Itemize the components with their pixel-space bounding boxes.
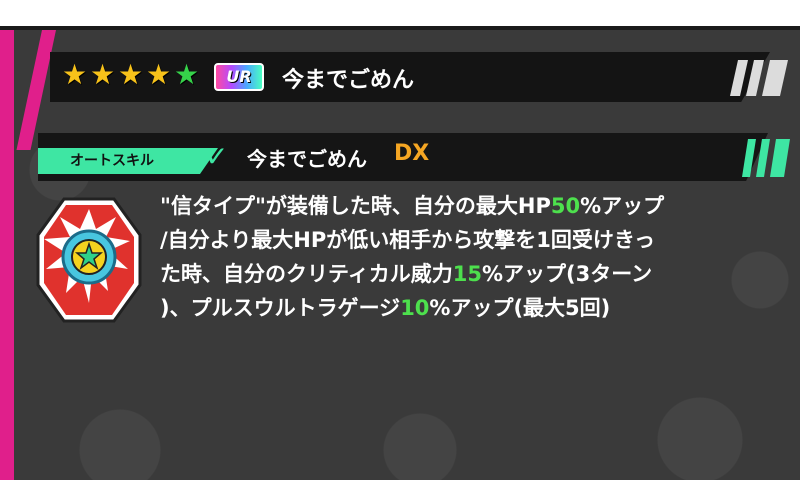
star-icon: ★: [146, 58, 172, 91]
check-icon: ✓: [205, 140, 229, 173]
description-line: "信タイプ"が装備した時、自分の最大HP50%アップ: [160, 189, 760, 223]
star-icon: ★: [118, 58, 144, 91]
description-text: )、プルスウルトラゲージ: [160, 296, 401, 320]
description-text: %アップ(最大5回): [429, 296, 611, 320]
description-line: た時、自分のクリティカル威力15%アップ(3ターン: [160, 257, 760, 291]
description-text: %アップ(3ターン: [481, 262, 653, 286]
description-text: "信タイプ"が装備した時、自分の最大HP: [160, 194, 551, 218]
left-pink-edge: [0, 30, 14, 480]
skill-burst-icon: [36, 197, 142, 323]
description-text: %アップ: [580, 194, 665, 218]
description-text: た時、自分のクリティカル威力: [160, 262, 453, 286]
description-highlight-value: 50: [550, 194, 581, 218]
star-green-icon: ★: [174, 58, 200, 91]
character-name: 今までごめん: [282, 68, 415, 93]
description-highlight-value: 15: [452, 262, 482, 286]
description-line: )、プルスウルトラゲージ10%アップ(最大5回): [160, 291, 760, 325]
skill-stripe-icon: [742, 139, 790, 177]
description-line: /自分より最大HPが低い相手から攻撃を1回受けきっ: [160, 223, 760, 257]
skill-name: 今までごめん: [247, 147, 367, 171]
rarity-stars: ★ ★ ★ ★ ★: [62, 60, 200, 90]
star-icon: ★: [62, 58, 88, 91]
header-stripe-icon: [730, 60, 788, 96]
skill-rank: DX: [394, 141, 430, 166]
star-icon: ★: [90, 58, 116, 91]
skill-description: "信タイプ"が装備した時、自分の最大HP50%アップ/自分より最大HPが低い相手…: [160, 189, 760, 325]
rarity-badge: UR: [214, 63, 264, 91]
description-highlight-value: 10: [400, 296, 430, 320]
skill-category-tag: オートスキル: [38, 148, 218, 174]
description-text: /自分より最大HPが低い相手から攻撃を1回受けきっ: [160, 228, 655, 252]
